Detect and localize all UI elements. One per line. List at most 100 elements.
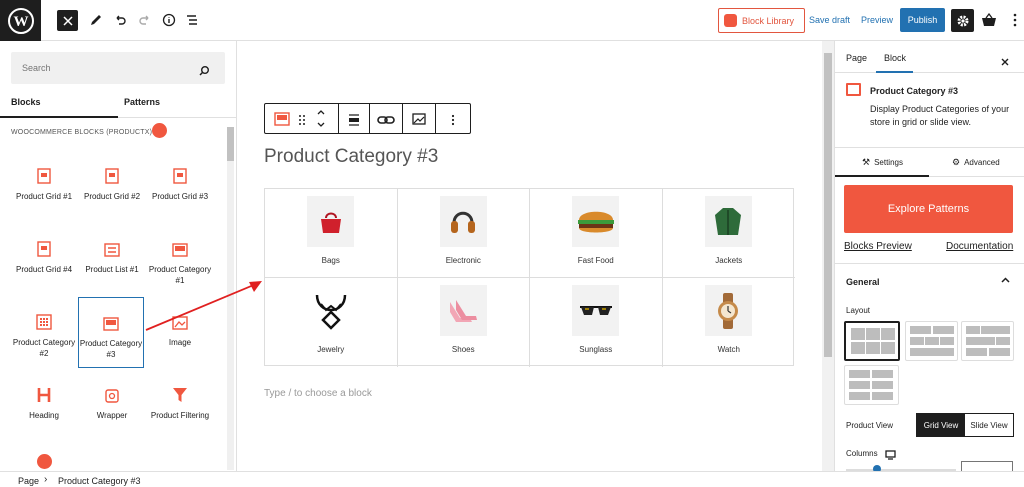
tab-block[interactable]: Block xyxy=(884,53,906,63)
wrench-icon: ⚒ xyxy=(862,157,871,167)
block-product-filtering[interactable]: Product Filtering xyxy=(147,370,213,441)
block-product-grid-4[interactable]: Product Grid #4 xyxy=(11,224,77,295)
canvas-scrollbar[interactable] xyxy=(822,41,834,471)
block-product-list-1[interactable]: Product List #1 xyxy=(79,224,145,295)
scroll-thumb[interactable] xyxy=(227,127,234,161)
redo-icon[interactable] xyxy=(134,9,156,31)
filter-icon xyxy=(147,370,213,410)
documentation-link[interactable]: Documentation xyxy=(946,241,1013,252)
watch-image xyxy=(704,285,752,336)
category-label: Watch xyxy=(717,345,740,354)
layout-label: Layout xyxy=(846,306,871,315)
more-block-icon[interactable] xyxy=(37,454,52,469)
wordpress-logo-icon[interactable]: W xyxy=(0,0,41,41)
save-draft-button[interactable]: Save draft xyxy=(809,15,850,25)
tab-patterns[interactable]: Patterns xyxy=(124,97,160,107)
toolbar-divider xyxy=(435,104,436,133)
category-icon xyxy=(11,297,77,337)
media-image-icon[interactable] xyxy=(412,112,426,130)
block-library-label: Block Library xyxy=(742,15,795,26)
category-card-watch[interactable]: Watch xyxy=(663,278,796,367)
category-card-bags[interactable]: Bags xyxy=(265,189,398,278)
blocks-preview-link[interactable]: Blocks Preview xyxy=(844,241,912,252)
tab-page[interactable]: Page xyxy=(846,53,867,63)
block-wrapper[interactable]: Wrapper xyxy=(79,370,145,441)
layout-option-1[interactable] xyxy=(844,321,900,361)
category-card-shoes[interactable]: Shoes xyxy=(398,278,530,367)
preview-button[interactable]: Preview xyxy=(861,15,893,25)
block-label: Wrapper xyxy=(96,411,128,420)
block-toolbar xyxy=(264,103,471,134)
tab-advanced[interactable]: ⚙ Advanced xyxy=(952,157,1000,168)
editor-header: W Block Library Save draft Preview Publi… xyxy=(0,0,1024,41)
layout-option-2[interactable] xyxy=(905,321,958,361)
sunglass-image xyxy=(572,285,619,336)
align-wide-icon[interactable] xyxy=(348,113,360,131)
block-product-grid-3[interactable]: Product Grid #3 xyxy=(147,151,213,222)
grid-view-button[interactable]: Grid View xyxy=(917,414,965,436)
block-product-category-2[interactable]: Product Category #2 xyxy=(11,297,77,368)
productx-basket-icon[interactable] xyxy=(978,9,1000,31)
breadcrumb-root[interactable]: Page xyxy=(18,476,39,486)
undo-icon[interactable] xyxy=(109,9,131,31)
breadcrumb-current[interactable]: Product Category #3 xyxy=(58,476,141,486)
columns-label: Columns xyxy=(846,449,878,458)
block-label: Product Grid #1 xyxy=(15,192,73,201)
category-icon xyxy=(79,298,143,338)
publish-button[interactable]: Publish xyxy=(900,8,945,32)
block-label: Product Grid #3 xyxy=(151,192,209,201)
desktop-device-icon[interactable] xyxy=(885,447,896,465)
category-card-jackets[interactable]: Jackets xyxy=(662,189,795,278)
block-label: Product Grid #2 xyxy=(83,192,141,201)
link-icon[interactable] xyxy=(377,113,395,131)
block-appender-hint[interactable]: Type / to choose a block xyxy=(264,388,372,399)
grid-icon xyxy=(79,151,145,191)
category-block-icon[interactable] xyxy=(274,112,290,131)
grid-icon xyxy=(11,151,77,191)
annotation-arrow xyxy=(145,281,262,331)
layout-option-4[interactable] xyxy=(844,365,899,405)
close-inserter-button[interactable] xyxy=(57,10,78,31)
layout-option-3[interactable] xyxy=(961,321,1014,361)
category-card-sunglass[interactable]: Sunglass xyxy=(530,278,663,367)
pencil-tools-icon[interactable] xyxy=(85,9,107,31)
list-view-icon[interactable] xyxy=(181,9,203,31)
product-category-grid: Bags Electronic Fast Food Jackets Jewelr… xyxy=(264,188,796,367)
move-up-down-icon[interactable] xyxy=(316,108,326,135)
category-label: Jackets xyxy=(715,256,743,265)
block-product-grid-1[interactable]: Product Grid #1 xyxy=(11,151,77,222)
slide-view-button[interactable]: Slide View xyxy=(965,414,1013,436)
category-card-electronic[interactable]: Electronic xyxy=(397,189,530,278)
tab-advanced-label: Advanced xyxy=(964,158,1000,167)
options-kebab-icon[interactable] xyxy=(1004,9,1024,31)
svg-text:W: W xyxy=(13,14,28,30)
block-product-category-3[interactable]: Product Category #3 xyxy=(78,297,144,368)
active-tab-indicator xyxy=(0,116,118,118)
search-input[interactable]: Search xyxy=(11,52,225,84)
category-card-jewelry[interactable]: Jewelry xyxy=(265,278,398,367)
category-card-fast-food[interactable]: Fast Food xyxy=(530,189,663,278)
category-label: Electronic xyxy=(445,256,481,265)
block-title[interactable]: Product Category #3 xyxy=(264,146,438,168)
block-product-grid-2[interactable]: Product Grid #2 xyxy=(79,151,145,222)
grid-icon xyxy=(147,151,213,191)
block-library-button[interactable]: Block Library xyxy=(718,8,805,33)
scroll-thumb[interactable] xyxy=(824,53,832,357)
tab-settings[interactable]: ⚒ Settings xyxy=(862,157,903,168)
block-heading[interactable]: Heading xyxy=(11,370,77,441)
category-label: Sunglass xyxy=(579,345,613,354)
tab-blocks[interactable]: Blocks xyxy=(11,97,41,107)
block-card-description: Display Product Categories of your store… xyxy=(870,104,1010,127)
toolbar-divider xyxy=(402,104,403,133)
block-label: Product Grid #4 xyxy=(15,265,73,274)
close-icon[interactable] xyxy=(1001,53,1009,71)
drag-handle-icon[interactable] xyxy=(298,113,306,131)
explore-patterns-button[interactable]: Explore Patterns xyxy=(844,185,1013,233)
general-panel-header[interactable]: General xyxy=(835,263,1024,293)
more-options-icon[interactable] xyxy=(451,113,455,131)
tab-settings-label: Settings xyxy=(874,158,903,167)
settings-gear-icon[interactable] xyxy=(951,9,974,32)
details-info-icon[interactable] xyxy=(158,9,180,31)
heading-icon xyxy=(11,370,77,410)
columns-number-input[interactable] xyxy=(961,461,1013,471)
